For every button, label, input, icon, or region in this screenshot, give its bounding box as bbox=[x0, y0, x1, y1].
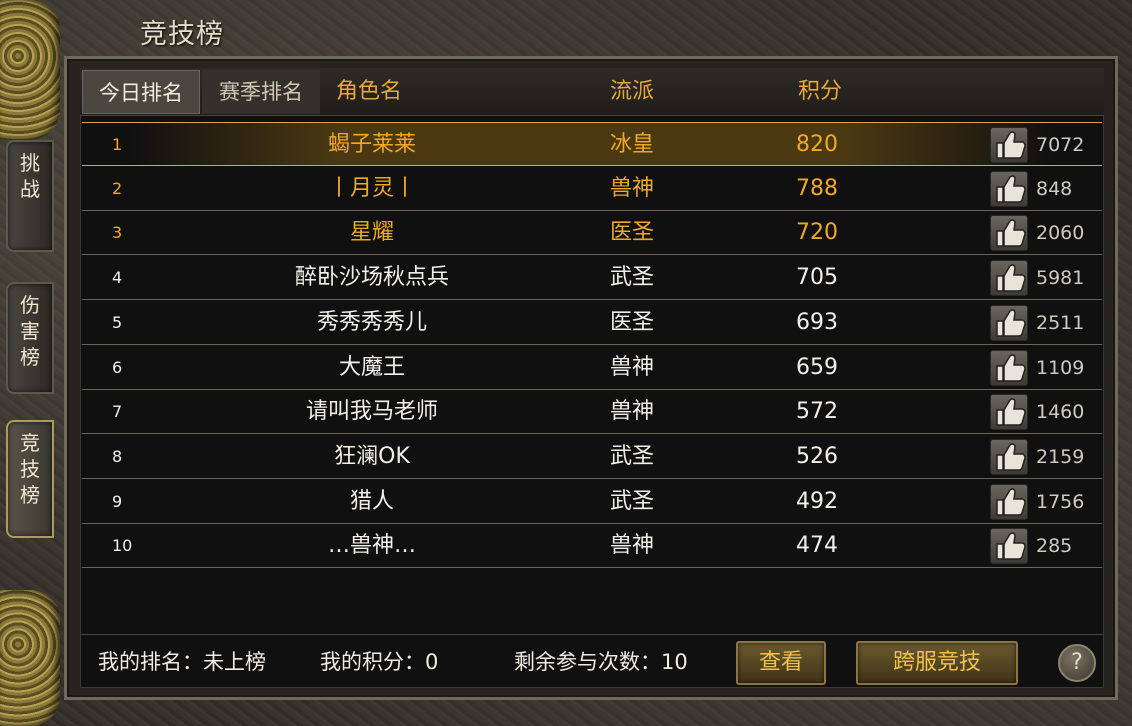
player-score: 659 bbox=[796, 354, 838, 380]
side-tab-arena-rank[interactable]: 竞技榜 bbox=[6, 420, 54, 538]
thumbs-up-icon[interactable] bbox=[990, 483, 1028, 520]
rank-number: 2 bbox=[112, 178, 123, 198]
column-header-score: 积分 bbox=[798, 79, 843, 104]
side-tab-damage-rank[interactable]: 伤害榜 bbox=[6, 282, 54, 394]
player-name: 丨月灵丨 bbox=[327, 175, 416, 201]
table-row[interactable]: 4 醉卧沙场秋点兵 武圣 705 5981 bbox=[82, 256, 1102, 301]
table-header: 今日排名 赛季排名 角色名 流派 积分 bbox=[80, 68, 1104, 116]
player-school: 医圣 bbox=[609, 220, 654, 246]
rank-number: 9 bbox=[112, 491, 123, 511]
side-tab-label: 竞技榜 bbox=[20, 431, 40, 507]
player-name: 请叫我马老师 bbox=[305, 399, 438, 425]
like-count: 848 bbox=[1036, 177, 1073, 200]
like-count: 285 bbox=[1036, 535, 1073, 558]
table-row[interactable]: 8 狂澜OK 武圣 526 2159 bbox=[82, 435, 1102, 479]
tab-season-ranking[interactable]: 赛季排名 bbox=[202, 70, 320, 114]
thumbs-up-icon[interactable] bbox=[990, 394, 1028, 431]
thumbs-up-icon[interactable] bbox=[990, 215, 1028, 252]
thumbs-up-icon[interactable] bbox=[990, 438, 1028, 475]
like-count: 1460 bbox=[1036, 401, 1085, 424]
player-school: 兽神 bbox=[609, 533, 654, 559]
player-score: 492 bbox=[796, 488, 838, 514]
help-question-icon[interactable]: ? bbox=[1058, 644, 1096, 682]
cross-server-arena-button[interactable]: 跨服竞技 bbox=[856, 641, 1018, 685]
player-school: 武圣 bbox=[609, 265, 654, 291]
column-header-school: 流派 bbox=[610, 79, 655, 104]
like-count: 1756 bbox=[1036, 490, 1085, 513]
player-name: 大魔王 bbox=[338, 354, 405, 380]
dragon-ornament-top bbox=[0, 0, 60, 140]
player-name: 醉卧沙场秋点兵 bbox=[294, 265, 449, 291]
player-school: 冰皇 bbox=[609, 132, 654, 157]
side-tab-label: 伤害榜 bbox=[20, 293, 40, 369]
footer-bar: 我的排名：未上榜 我的积分：0 剩余参与次数：10 查看 跨服竞技 ? bbox=[80, 634, 1104, 688]
rank-number: 10 bbox=[112, 536, 133, 556]
table-row[interactable]: 7 请叫我马老师 兽神 572 1460 bbox=[82, 390, 1102, 435]
player-name: 蝎子莱莱 bbox=[327, 132, 416, 157]
thumbs-up-icon[interactable] bbox=[990, 170, 1028, 207]
player-score: 788 bbox=[796, 175, 838, 201]
player-school: 医圣 bbox=[609, 309, 654, 335]
player-school: 武圣 bbox=[609, 488, 654, 514]
view-button[interactable]: 查看 bbox=[736, 641, 826, 685]
thumbs-up-icon[interactable] bbox=[990, 349, 1028, 386]
player-name: 秀秀秀秀儿 bbox=[316, 309, 427, 335]
player-score: 705 bbox=[796, 265, 838, 291]
side-tab-challenge[interactable]: 挑战 bbox=[6, 140, 54, 252]
my-score-text: 我的积分：0 bbox=[320, 650, 439, 674]
like-count: 2060 bbox=[1036, 222, 1085, 245]
table-row[interactable]: 10 …兽神… 兽神 474 285 bbox=[82, 524, 1102, 569]
side-tab-label: 挑战 bbox=[20, 151, 40, 201]
player-name: 猎人 bbox=[349, 488, 394, 514]
thumbs-up-icon[interactable] bbox=[990, 304, 1028, 341]
table-row[interactable]: 2 丨月灵丨 兽神 788 848 bbox=[82, 167, 1102, 211]
player-score: 572 bbox=[796, 399, 838, 425]
window-title: 竞技榜 bbox=[140, 19, 224, 50]
player-school: 兽神 bbox=[609, 399, 654, 425]
rank-number: 5 bbox=[112, 312, 123, 332]
column-header-name: 角色名 bbox=[336, 79, 403, 104]
thumbs-up-icon[interactable] bbox=[990, 260, 1028, 297]
like-count: 2511 bbox=[1036, 311, 1085, 334]
player-name: …兽神… bbox=[327, 533, 416, 559]
player-school: 武圣 bbox=[609, 443, 654, 469]
player-score: 720 bbox=[796, 220, 838, 246]
table-row[interactable]: 1 蝎子莱莱 冰皇 820 7072 bbox=[82, 122, 1102, 166]
like-count: 5981 bbox=[1036, 267, 1085, 290]
player-school: 兽神 bbox=[609, 354, 654, 380]
dragon-ornament-bottom bbox=[0, 590, 60, 726]
like-count: 1109 bbox=[1036, 356, 1085, 379]
player-score: 693 bbox=[796, 309, 838, 335]
player-name: 狂澜OK bbox=[334, 443, 410, 469]
rank-number: 3 bbox=[112, 223, 123, 243]
remaining-attempts-text: 剩余参与次数：10 bbox=[514, 650, 688, 674]
rank-number: 4 bbox=[112, 268, 123, 288]
tab-today-ranking[interactable]: 今日排名 bbox=[82, 70, 200, 114]
player-score: 820 bbox=[796, 132, 838, 157]
rank-number: 8 bbox=[112, 446, 123, 466]
table-row[interactable]: 3 星耀 医圣 720 2060 bbox=[82, 211, 1102, 256]
like-count: 2159 bbox=[1036, 445, 1085, 468]
player-name: 星耀 bbox=[349, 220, 394, 246]
player-score: 526 bbox=[796, 443, 838, 469]
thumbs-up-icon[interactable] bbox=[990, 127, 1028, 163]
my-rank-text: 我的排名：未上榜 bbox=[98, 650, 266, 674]
rank-number: 6 bbox=[112, 357, 123, 377]
rank-number: 7 bbox=[112, 402, 123, 422]
rank-number: 1 bbox=[112, 135, 123, 154]
thumbs-up-icon[interactable] bbox=[990, 528, 1028, 565]
table-row[interactable]: 6 大魔王 兽神 659 1109 bbox=[82, 346, 1102, 390]
like-count: 7072 bbox=[1036, 134, 1085, 156]
player-score: 474 bbox=[796, 533, 838, 559]
table-row[interactable]: 5 秀秀秀秀儿 医圣 693 2511 bbox=[82, 301, 1102, 345]
table-row[interactable]: 9 猎人 武圣 492 1756 bbox=[82, 480, 1102, 524]
player-school: 兽神 bbox=[609, 175, 654, 201]
